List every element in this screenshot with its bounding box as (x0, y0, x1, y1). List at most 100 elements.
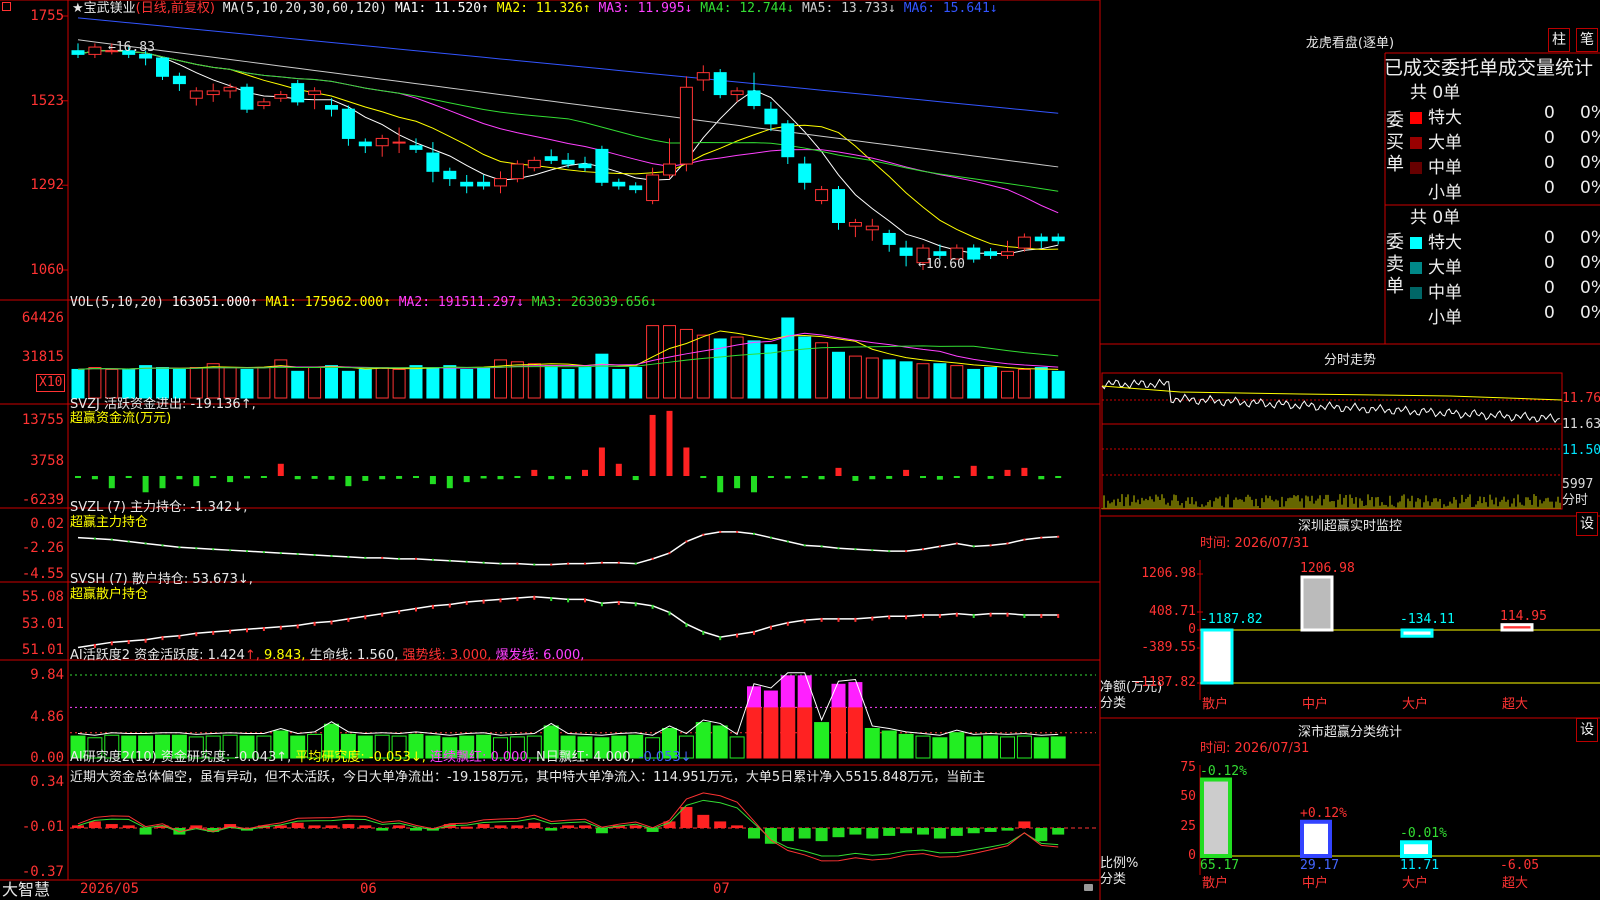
ai-research-bar (579, 825, 591, 828)
svzj-bar (159, 476, 166, 489)
svsh-dot (110, 641, 113, 646)
svzj-bar (548, 476, 555, 480)
ai-research-bar (1052, 828, 1065, 835)
svsh-axis-label: 51.01 (21, 642, 64, 658)
volume-bar (460, 368, 474, 399)
candle-body (510, 163, 524, 180)
svzl-dot (719, 530, 722, 533)
svsh-dot (719, 636, 722, 641)
monitor-xlabel: 分类 (1100, 696, 1127, 711)
buy-pct: 0% (1580, 128, 1600, 148)
vol-unit-badge[interactable]: X10 (36, 374, 66, 392)
candle-body (341, 108, 355, 139)
stock-name[interactable]: ★宝武镁业 (72, 1, 136, 16)
buy-name: 大单 (1428, 133, 1462, 153)
ai-research-axis-label: 0.34 (30, 774, 64, 790)
buy-count: 0 (1544, 153, 1555, 173)
ai-research-bar (511, 825, 524, 828)
sell-pct: 0% (1580, 228, 1600, 248)
ai-research-bar (291, 822, 304, 828)
volume-bar (88, 367, 102, 399)
ai-active-burst-bar (797, 675, 812, 708)
ma-line-2 (77, 50, 1059, 251)
ai-research-bar (105, 824, 118, 828)
svzj-bar (413, 476, 419, 479)
ma-line-3 (77, 50, 1059, 214)
bar-mode-button[interactable]: 柱 (1548, 28, 1570, 52)
svzl-dot (820, 545, 823, 548)
stats-settings-button[interactable]: 设 (1576, 718, 1598, 742)
volume-bar (426, 367, 440, 399)
fenshi-vol: 5997 (1562, 477, 1594, 492)
volume-bar (156, 367, 169, 399)
svzj-bar (294, 476, 301, 480)
volume-bar (848, 355, 862, 399)
logo: 大智慧 (2, 880, 51, 899)
tick-mode-button[interactable]: 笔 (1576, 28, 1598, 52)
svzj-bar (1055, 476, 1062, 479)
price-axis-label: 1755 (30, 8, 64, 24)
vol-axis-label: 64426 (21, 310, 64, 326)
ai-active-legend: AI活跃度2 资金活跃度: 1.424↑, 9.843, 生命线: 1.560,… (70, 648, 585, 663)
volume-bar (291, 370, 305, 399)
svzj-bar (362, 476, 369, 481)
svsh-dot (955, 612, 958, 617)
candle-body (713, 72, 727, 96)
ai-research-bar (376, 828, 389, 831)
volume-bar (409, 365, 423, 399)
svsh-dot (786, 621, 789, 626)
lhb-title: 龙虎看盘(逐单) (1305, 36, 1395, 51)
candle-body (832, 189, 845, 223)
candle-body (223, 86, 237, 92)
candle-body (747, 90, 761, 107)
ai-research-bar (325, 825, 338, 828)
sell-count: 0 (1544, 253, 1555, 273)
lock-icon[interactable] (1084, 884, 1093, 891)
svsh-subtitle: 超赢散户持仓 (70, 587, 149, 602)
chart-canvas[interactable] (0, 0, 1600, 900)
monitor-settings-button[interactable]: 设 (1576, 512, 1598, 536)
buy-pct: 0% (1580, 103, 1600, 123)
volume-bar (950, 365, 964, 399)
sell-row: 中单 0 0% (1410, 278, 1600, 303)
svzj-bar (227, 476, 234, 483)
svsh-dot (262, 626, 265, 631)
volume-bar (865, 357, 879, 399)
svsh-dot (634, 602, 637, 607)
candle-body (679, 86, 693, 165)
svzj-bar (717, 476, 724, 493)
svzj-axis-label: 3758 (30, 453, 64, 469)
ai-active-bar (763, 706, 779, 759)
svzj-bar (311, 476, 318, 479)
vol-legend-2: MA2: 191511.297↓ (390, 295, 524, 310)
volume-bar (206, 363, 220, 399)
svzl-dot (398, 557, 401, 560)
ai-active-bar (780, 706, 796, 759)
candle-body (291, 83, 305, 103)
ai-active-burst-bar (747, 686, 761, 708)
svzl-dot (499, 562, 502, 565)
svsh-dot (398, 610, 401, 615)
ai-research-bar (562, 825, 575, 828)
lhb-tabs[interactable]: 已成交委托单成交量统计 (1384, 53, 1600, 80)
stats-bar-value: 11.71 (1400, 858, 1440, 873)
svsh-dot (127, 640, 130, 645)
svzl-dot (617, 561, 620, 564)
stats-bar-value: -6.05 (1500, 858, 1540, 873)
svzl-dot (668, 552, 671, 555)
buy-swatch (1410, 187, 1422, 199)
svzj-bar (784, 476, 791, 479)
svzl-dot (229, 549, 232, 552)
candle-body (544, 156, 558, 161)
ai-active-bar (915, 735, 931, 759)
svsh-dot (905, 615, 908, 620)
buy-name: 小单 (1428, 183, 1462, 203)
svzj-bar (751, 476, 757, 493)
ma-legend-6: MA6: 15.641↓ (895, 1, 998, 16)
volume-bar (815, 342, 829, 399)
ai-research-bar (984, 828, 997, 832)
svzl-dot (381, 556, 384, 559)
period-label[interactable]: (日线,前复权) (136, 1, 215, 16)
volume-bar (679, 328, 693, 399)
ai-research-bar (781, 828, 794, 842)
